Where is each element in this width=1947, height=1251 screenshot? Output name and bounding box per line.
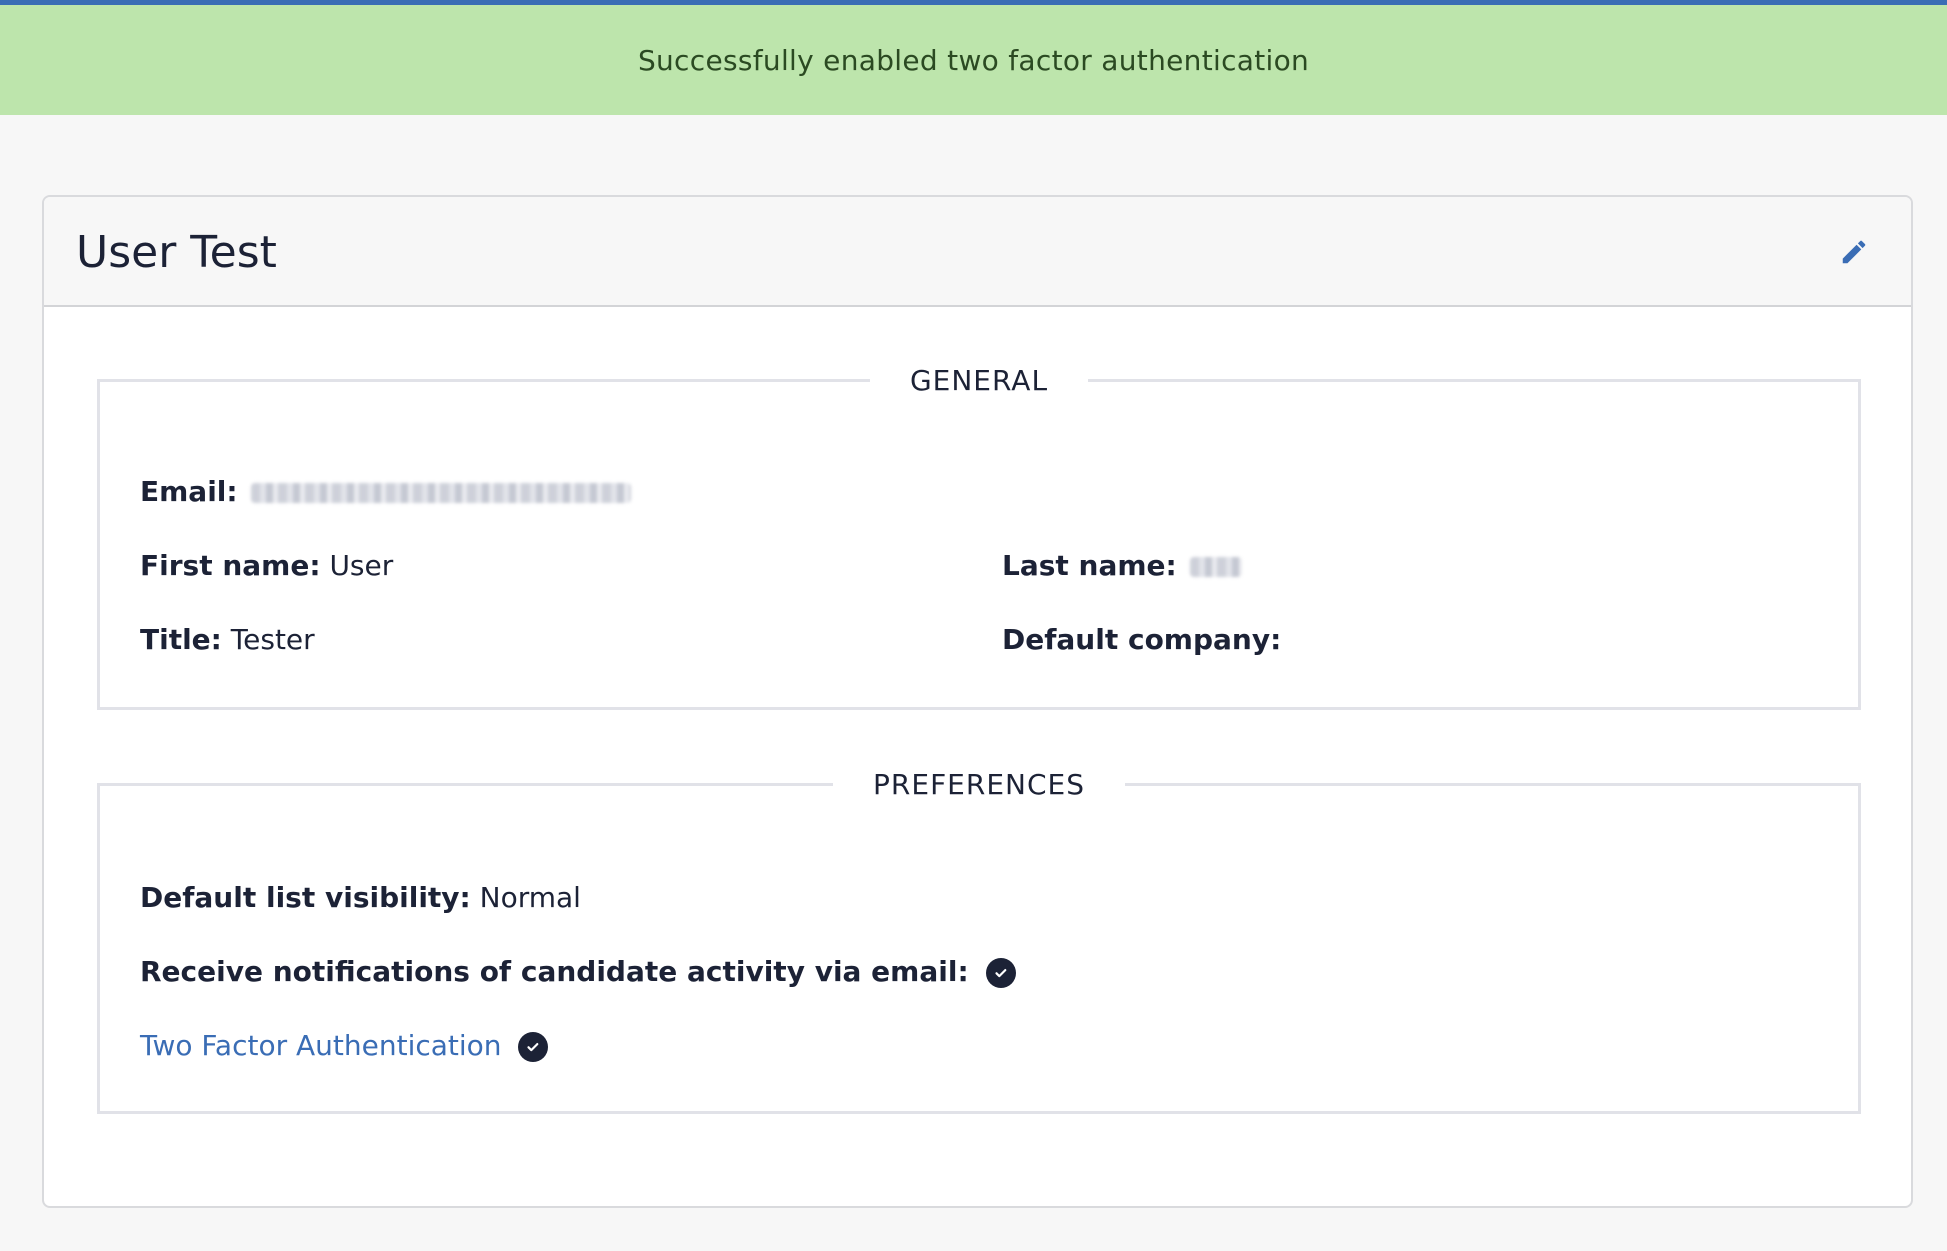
preferences-section: PREFERENCES Default list visibility: Nor… <box>97 768 1861 1114</box>
first-name-field: First name: User <box>140 549 393 582</box>
email-label: Email: <box>140 475 238 508</box>
success-flash-message: Successfully enabled two factor authenti… <box>0 5 1947 115</box>
flash-message-text: Successfully enabled two factor authenti… <box>637 43 1310 77</box>
general-section-title: GENERAL <box>909 364 1049 397</box>
default-company-label: Default company: <box>1002 623 1282 656</box>
list-visibility-value: Normal <box>479 881 581 914</box>
last-name-field: Last name: <box>1002 549 1242 582</box>
title-field: Title: Tester <box>140 623 315 656</box>
notifications-field: Receive notifications of candidate activ… <box>140 955 1016 988</box>
preferences-section-title: PREFERENCES <box>873 768 1085 801</box>
list-visibility-field: Default list visibility: Normal <box>140 881 581 914</box>
last-name-value-redacted <box>1189 557 1242 577</box>
list-visibility-label: Default list visibility: <box>140 881 471 914</box>
last-name-label: Last name: <box>1002 549 1177 582</box>
title-label: Title: <box>140 623 222 656</box>
user-profile-card: User Test GENERAL Email: First name: Use… <box>42 195 1913 1208</box>
two-factor-field: Two Factor Authentication <box>140 1029 549 1062</box>
check-circle-icon <box>985 958 1016 988</box>
email-value-redacted <box>250 483 631 503</box>
first-name-label: First name: <box>140 549 321 582</box>
card-header: User Test <box>44 197 1911 307</box>
default-company-field: Default company: <box>1002 623 1281 656</box>
notifications-label: Receive notifications of candidate activ… <box>140 955 969 988</box>
page-title: User Test <box>76 227 277 278</box>
title-value: Tester <box>230 623 315 656</box>
general-section: GENERAL Email: First name: User Last nam… <box>97 364 1861 710</box>
first-name-value: User <box>329 549 394 582</box>
edit-button[interactable] <box>1837 237 1871 271</box>
email-field: Email: <box>140 475 631 508</box>
two-factor-authentication-link[interactable]: Two Factor Authentication <box>140 1029 502 1062</box>
pencil-icon <box>1839 237 1869 271</box>
check-circle-icon <box>518 1032 549 1062</box>
